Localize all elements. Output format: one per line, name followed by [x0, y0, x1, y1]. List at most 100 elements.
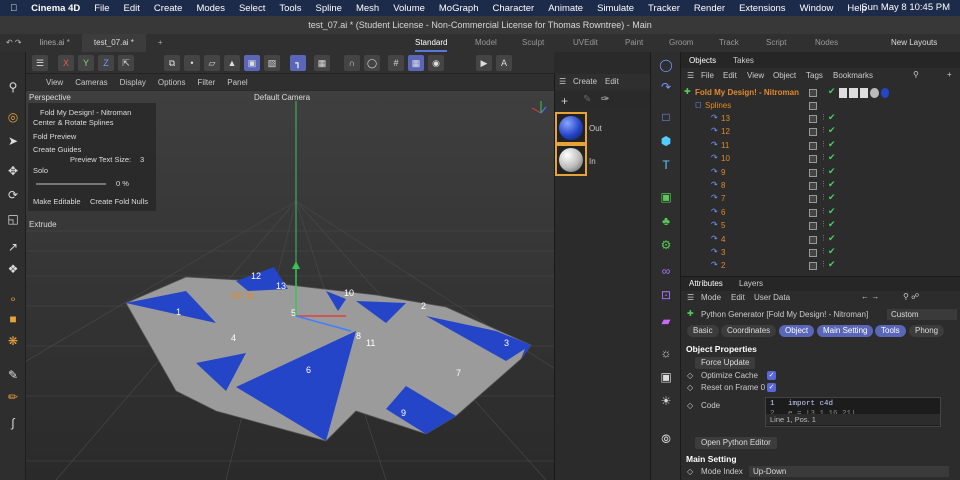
layer-dot-icon[interactable]: ⋮ [820, 113, 827, 121]
search-icon[interactable]: ⚲ [913, 70, 919, 79]
text-icon[interactable]: T [657, 156, 675, 174]
points-mode-icon[interactable]: ∘ [4, 290, 22, 308]
attr-menu-edit[interactable]: Edit [731, 293, 745, 302]
attr-menu-mode[interactable]: Mode [701, 293, 721, 302]
spline-name[interactable]: 5 [721, 221, 725, 230]
visibility-box[interactable] [809, 235, 817, 244]
enabled-check-icon[interactable]: ✔ [828, 259, 836, 270]
visibility-box[interactable] [809, 155, 817, 164]
spline-name[interactable]: 2 [721, 261, 725, 270]
object-menu-file[interactable]: File [701, 71, 714, 80]
material-hamburger-icon[interactable]: ☰ [559, 77, 566, 86]
layer-dot-icon[interactable]: ⋮ [820, 247, 827, 255]
tab-layers[interactable]: Layers [739, 279, 763, 288]
app-menu[interactable]: Cinema 4D [31, 3, 80, 14]
hud-create-fold-nulls[interactable]: Create Fold Nulls [90, 197, 148, 206]
hud-title[interactable]: Fold My Design! - Nitroman [40, 108, 131, 117]
enabled-check-icon[interactable]: ✔ [828, 152, 836, 163]
render-settings-icon[interactable]: A [496, 55, 512, 71]
volume-icon[interactable]: ▰ [657, 312, 675, 330]
search-icon[interactable]: ⚲ [4, 78, 22, 96]
coordinate-system-icon[interactable]: ⇱ [118, 55, 134, 71]
visibility-box[interactable] [809, 89, 817, 97]
spline-icon[interactable]: ↷ [657, 78, 675, 96]
object-menu-edit[interactable]: Edit [723, 71, 737, 80]
layout-tab-nodes[interactable]: Nodes [815, 34, 838, 52]
code-editor[interactable]: 1 import c4d 2 e = [3,1,16,21] Line 1, P… [765, 397, 941, 427]
menu-volume[interactable]: Volume [393, 3, 425, 14]
enabled-check-icon[interactable]: ✔ [828, 179, 836, 190]
cloner-icon[interactable]: ♣ [657, 212, 675, 230]
transform-icon[interactable]: ↗ [4, 238, 22, 256]
viewport-camera[interactable]: Default Camera [254, 93, 310, 102]
hud-slider[interactable] [36, 183, 106, 185]
spline-name[interactable]: 10 [721, 154, 730, 163]
layer-dot-icon[interactable]: ⋮ [820, 260, 827, 268]
object-root-row[interactable]: ✚ Fold My Design! - Nitroman ✔ [681, 86, 960, 100]
paint-icon[interactable]: ✏ [4, 388, 22, 406]
spline-name[interactable]: 6 [721, 208, 725, 217]
enabled-check-icon[interactable]: ✔ [828, 86, 836, 97]
spline-name[interactable]: 4 [721, 235, 725, 244]
menu-file[interactable]: File [94, 3, 109, 14]
layout-tab-uvedit[interactable]: UVEdit [573, 34, 598, 52]
axis-z-lock[interactable]: Z [98, 55, 114, 71]
render-view-icon[interactable]: ▶ [476, 55, 492, 71]
cube-icon[interactable]: ⬢ [657, 132, 675, 150]
spline-row-10[interactable]: ↷ 10 ⋮ ✔ [681, 152, 960, 166]
menu-tracker[interactable]: Tracker [648, 3, 680, 14]
viewport-menu-filter[interactable]: Filter [197, 78, 215, 87]
attr-menu-userdata[interactable]: User Data [754, 293, 790, 302]
spline-pen-icon[interactable]: ∫ [4, 414, 22, 432]
rotate-icon[interactable]: ⟳ [4, 186, 22, 204]
material-out-swatch[interactable] [555, 112, 587, 144]
visibility-box[interactable] [809, 195, 817, 204]
optimize-cache-checkbox[interactable]: ✓ [767, 371, 776, 380]
layer-dot-icon[interactable]: ⋮ [820, 167, 827, 175]
python-icon[interactable]: ◯ [657, 56, 675, 74]
hud-create-guides[interactable]: Create Guides [33, 145, 81, 154]
spline-name[interactable]: 13 [721, 114, 730, 123]
back-arrow-icon[interactable]: ← → [861, 292, 879, 301]
layout-tab-groom[interactable]: Groom [669, 34, 693, 52]
menu-simulate[interactable]: Simulate [597, 3, 634, 14]
object-root-name[interactable]: Fold My Design! - Nitroman [695, 88, 799, 97]
object-menu-view[interactable]: View [747, 71, 764, 80]
undo-icon[interactable]: ↶ ↷ [0, 34, 28, 52]
object-mode-icon[interactable]: ⧉ [164, 55, 180, 71]
new-layouts-button[interactable]: New Layouts [891, 34, 937, 52]
model-mode-icon[interactable]: ❋ [4, 332, 22, 350]
hud-preview-text-value[interactable]: 3 [140, 155, 144, 164]
menu-icon[interactable]: ☰ [32, 55, 48, 71]
subdivision-icon[interactable]: ▣ [657, 188, 675, 206]
menu-create[interactable]: Create [154, 3, 183, 14]
doc-tab-lines[interactable]: lines.ai * [28, 34, 82, 52]
menu-mesh[interactable]: Mesh [356, 3, 379, 14]
viewport-menu-panel[interactable]: Panel [227, 78, 247, 87]
attr-hamburger-icon[interactable]: ☰ [687, 293, 694, 302]
viewport-menu-cameras[interactable]: Cameras [75, 78, 107, 87]
open-python-editor-button[interactable]: Open Python Editor [695, 437, 777, 449]
menu-modes[interactable]: Modes [196, 3, 225, 14]
globe-icon[interactable]: ☼ [657, 344, 675, 362]
material-in-swatch[interactable] [555, 144, 587, 176]
layer-dot-icon[interactable]: ⋮ [820, 220, 827, 228]
uv-mode-icon[interactable]: ▣ [244, 55, 260, 71]
hud-fold-preview[interactable]: Fold Preview [33, 132, 76, 141]
target-icon[interactable]: ◉ [428, 55, 444, 71]
viewport[interactable]: HF ID 1 2 3 4 5 6 7 8 9 10 11 12 13 Pers… [26, 91, 554, 480]
pencil-icon[interactable]: ✎ [583, 94, 591, 105]
pill-main-setting[interactable]: Main Setting [817, 325, 874, 337]
enabled-check-icon[interactable]: ✔ [828, 139, 836, 150]
layout-tab-sculpt[interactable]: Sculpt [522, 34, 544, 52]
move-icon[interactable]: ✥ [4, 162, 22, 180]
spline-name[interactable]: 9 [721, 168, 725, 177]
new-tab-button[interactable]: + [146, 34, 175, 52]
edges-icon[interactable]: ▱ [204, 55, 220, 71]
menu-mograph[interactable]: MoGraph [439, 3, 479, 14]
viewport-menu-view[interactable]: View [46, 78, 63, 87]
spline-row-5[interactable]: ↷ 5 ⋮ ✔ [681, 219, 960, 233]
force-update-button[interactable]: Force Update [695, 357, 756, 369]
hud-percent[interactable]: 0 % [116, 179, 129, 188]
live-selection-icon[interactable]: ◎ [4, 108, 22, 126]
